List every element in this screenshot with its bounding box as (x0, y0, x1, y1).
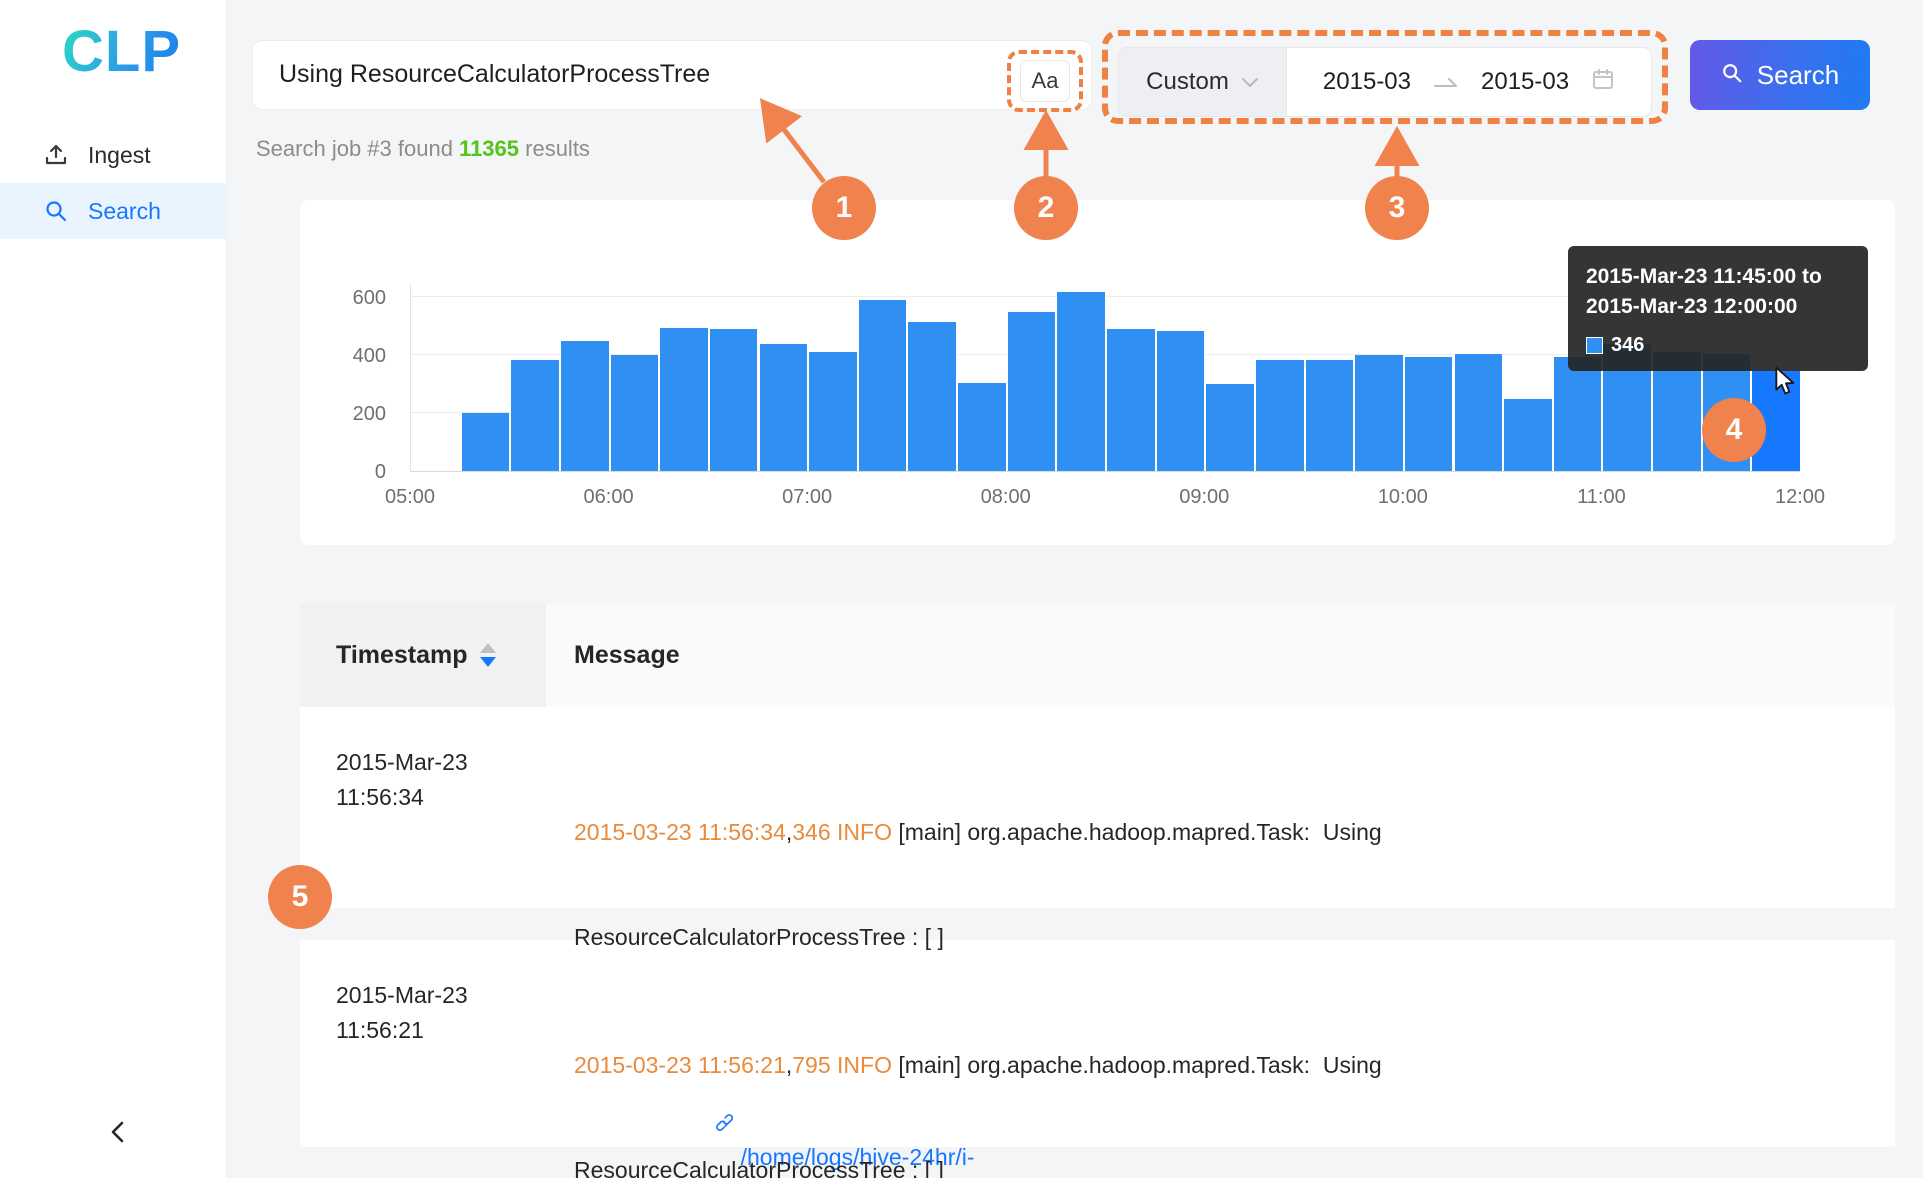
histogram-bar[interactable] (709, 329, 759, 471)
histogram-bar[interactable] (510, 360, 560, 471)
y-axis-tick-label: 400 (328, 345, 386, 368)
histogram-bar[interactable] (1354, 355, 1404, 471)
y-axis-tick-label: 600 (328, 287, 386, 310)
histogram-bar[interactable] (759, 344, 809, 471)
histogram-y-axis: 0200400600 (328, 284, 398, 472)
x-axis-tick-label: 05:00 (385, 486, 435, 509)
tooltip-range-line1: 2015-Mar-23 11:45:00 to (1586, 262, 1850, 292)
annotation-box-time-range: Custom 2015-03 2015-03 (1102, 30, 1668, 124)
calendar-icon (1591, 67, 1615, 98)
histogram-bar[interactable] (1454, 354, 1504, 471)
annotation-badge-1: 1 (812, 176, 876, 240)
histogram-bar[interactable] (1404, 357, 1454, 471)
sidebar-item-label: Search (88, 198, 161, 225)
mouse-cursor-icon (1772, 366, 1798, 401)
sort-ascending-icon (480, 643, 496, 653)
x-axis-tick-label: 09:00 (1179, 486, 1229, 509)
histogram-bar[interactable] (1553, 357, 1603, 471)
chevron-down-icon (1241, 68, 1259, 96)
results-table: Timestamp Message 2015-Mar-23 11:56:34 2… (300, 603, 1895, 1147)
annotation-badge-4: 4 (1702, 398, 1766, 462)
time-preset-dropdown[interactable]: Custom (1119, 48, 1287, 116)
log-message-text: 2015-03-23 11:56:21,795 INFO [main] org.… (574, 1048, 1855, 1083)
histogram-bar[interactable] (957, 383, 1007, 471)
log-message-text: ResourceCalculatorProcessTree : [ ] (574, 1153, 1855, 1178)
sidebar-nav: Ingest Search (0, 127, 226, 239)
log-message-cell: 2015-03-23 11:56:21,795 INFO [main] org.… (546, 940, 1895, 1147)
upload-icon (44, 143, 68, 167)
tooltip-count-value: 346 (1611, 334, 1644, 357)
histogram-bar[interactable] (907, 322, 957, 471)
histogram-bar[interactable] (1503, 399, 1553, 471)
histogram-x-axis: 05:0006:0007:0008:0009:0010:0011:0012:00 (410, 486, 1800, 516)
range-end-value: 2015-03 (1481, 68, 1569, 96)
tooltip-range-line2: 2015-Mar-23 12:00:00 (1586, 292, 1850, 322)
annotation-box-case-sensitivity: Aa (1007, 50, 1083, 112)
histogram-bar[interactable] (858, 300, 908, 471)
y-axis-tick-label: 0 (328, 461, 386, 484)
chevron-left-icon (105, 1119, 131, 1150)
swap-right-icon (1433, 68, 1459, 96)
search-button-label: Search (1757, 60, 1839, 91)
log-row: 2015-Mar-23 11:56:21 2015-03-23 11:56:21… (300, 940, 1895, 1147)
histogram-bar[interactable] (560, 341, 610, 471)
clp-app: CLP Ingest Search Using ResourceCalculat… (0, 0, 1923, 1178)
y-axis-tick-label: 200 (328, 403, 386, 426)
date-range-picker[interactable]: 2015-03 2015-03 (1287, 48, 1651, 116)
histogram-tooltip: 2015-Mar-23 11:45:00 to 2015-Mar-23 12:0… (1568, 246, 1868, 371)
time-range-control: Custom 2015-03 2015-03 (1118, 47, 1652, 117)
x-axis-tick-label: 06:00 (584, 486, 634, 509)
histogram-bar[interactable] (610, 355, 660, 471)
log-row: 2015-Mar-23 11:56:34 2015-03-23 11:56:34… (300, 707, 1895, 908)
histogram-bar[interactable] (1255, 360, 1305, 471)
histogram-bar[interactable] (1156, 331, 1206, 471)
x-axis-tick-label: 12:00 (1775, 486, 1825, 509)
histogram-bar[interactable] (461, 413, 511, 471)
result-count: 11365 (459, 136, 519, 161)
query-input[interactable]: Using ResourceCalculatorProcessTree Aa (252, 40, 1092, 110)
tooltip-series-swatch (1586, 337, 1603, 354)
sidebar-collapse-button[interactable] (100, 1116, 136, 1152)
annotation-badge-5: 5 (268, 865, 332, 929)
log-timestamp-cell: 2015-Mar-23 11:56:34 (300, 707, 546, 908)
range-start-value: 2015-03 (1323, 68, 1411, 96)
sidebar-item-ingest[interactable]: Ingest (0, 127, 226, 183)
histogram-bar[interactable] (1056, 292, 1106, 471)
search-button[interactable]: Search (1690, 40, 1870, 110)
annotation-badge-3: 3 (1365, 176, 1429, 240)
log-message-cell: 2015-03-23 11:56:34,346 INFO [main] org.… (546, 707, 1895, 908)
x-axis-tick-label: 10:00 (1378, 486, 1428, 509)
histogram-bar[interactable] (808, 352, 858, 471)
time-preset-value: Custom (1146, 68, 1229, 96)
x-axis-tick-label: 11:00 (1577, 486, 1626, 509)
histogram-bar[interactable] (1106, 329, 1156, 471)
sort-descending-icon (480, 657, 496, 667)
clp-logo: CLP (62, 18, 181, 85)
x-axis-tick-label: 08:00 (981, 486, 1031, 509)
search-job-status: Search job #3 found 11365 results (256, 136, 590, 162)
search-icon (44, 199, 68, 223)
sort-carets-icon[interactable] (480, 643, 496, 667)
sidebar-item-search[interactable]: Search (0, 183, 226, 239)
timestamp-header-label: Timestamp (336, 641, 468, 670)
search-icon (1721, 60, 1743, 91)
query-text: Using ResourceCalculatorProcessTree (279, 60, 710, 89)
annotation-badge-2: 2 (1014, 176, 1078, 240)
histogram-bar[interactable] (1305, 360, 1355, 471)
sidebar: CLP Ingest Search (0, 0, 227, 1178)
histogram-bar[interactable] (1007, 312, 1057, 471)
results-table-header: Timestamp Message (300, 603, 1895, 707)
message-header-cell: Message (546, 603, 1895, 707)
case-sensitivity-button[interactable]: Aa (1020, 60, 1070, 102)
log-timestamp-cell: 2015-Mar-23 11:56:21 (300, 940, 546, 1147)
histogram-bar[interactable] (1205, 384, 1255, 471)
histogram-bar[interactable] (659, 328, 709, 471)
x-axis-tick-label: 07:00 (782, 486, 832, 509)
timestamp-header-cell[interactable]: Timestamp (300, 603, 546, 707)
sidebar-item-label: Ingest (88, 142, 151, 169)
log-message-text: 2015-03-23 11:56:34,346 INFO [main] org.… (574, 815, 1855, 850)
annotation-arrow-1 (766, 106, 824, 182)
message-header-label: Message (574, 641, 680, 670)
